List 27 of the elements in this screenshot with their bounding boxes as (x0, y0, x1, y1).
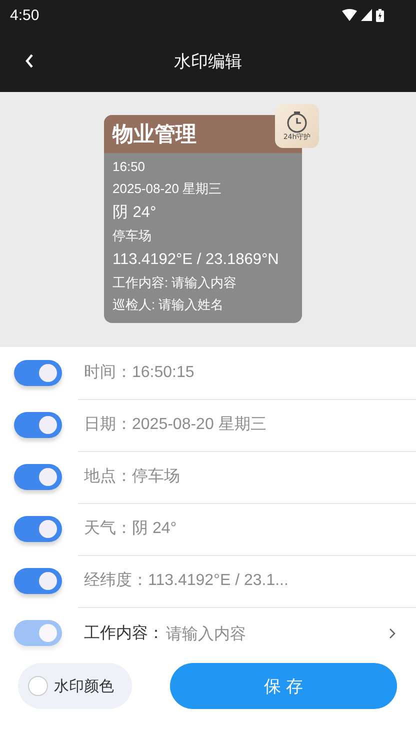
wifi-icon (342, 9, 357, 21)
page-title: 水印编辑 (174, 50, 242, 72)
toggle-switch[interactable] (14, 412, 62, 438)
watermark-line: 停车场 (112, 227, 152, 245)
battery-icon (376, 8, 384, 22)
watermark-line: 113.4192°E / 23.1869°N (112, 250, 279, 270)
toggle-switch[interactable] (14, 568, 62, 594)
watermark-line: 巡检人: 请输入姓名 (112, 296, 224, 314)
toggle-switch[interactable] (14, 516, 62, 542)
signal-icon (361, 9, 372, 21)
chevron-icon (389, 628, 396, 638)
watermark-line: 阴 24° (112, 203, 156, 223)
setting-text: 经纬度：113.4192°E / 23.1... (84, 570, 288, 591)
stopwatch-icon (284, 111, 310, 133)
watermark-line: 2025-08-20 星期三 (112, 180, 222, 198)
toggle-switch[interactable] (14, 464, 62, 490)
setting-text: 时间：16:50:15 (84, 362, 194, 383)
setting-text: 地点：停车场 (84, 466, 180, 487)
toggle-switch[interactable] (14, 360, 62, 386)
watermark-line: 工作内容: 请输入内容 (112, 274, 237, 292)
setting-label: 工作内容： (84, 622, 164, 644)
status-time: 4:50 (10, 6, 40, 24)
watermark-line: 16:50 (112, 158, 146, 176)
watermark-color-option[interactable]: 水印颜色 (18, 663, 132, 709)
radio-button[interactable] (28, 676, 48, 696)
setting-text: 天气：阴 24° (84, 519, 177, 539)
setting-text: 日期：2025-08-20 星期三 (84, 415, 266, 435)
